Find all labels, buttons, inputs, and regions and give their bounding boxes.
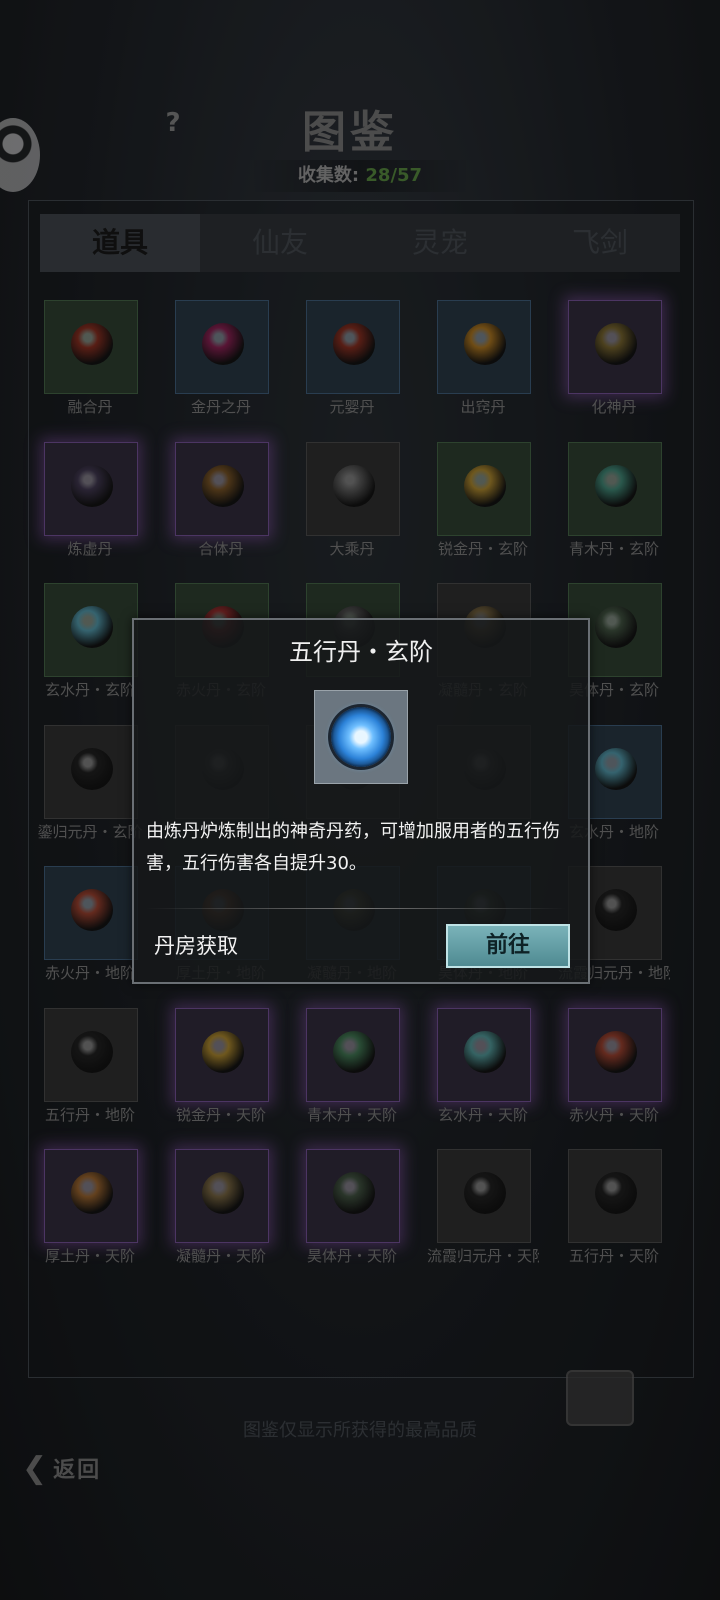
- item-detail-popup: 五行丹・玄阶 由炼丹炉炼制出的神奇丹药，可增加服用者的五行伤害，五行伤害各自提升…: [132, 618, 590, 984]
- popup-description: 由炼丹炉炼制出的神奇丹药，可增加服用者的五行伤害，五行伤害各自提升30。: [146, 821, 560, 874]
- popup-item-frame: [314, 690, 408, 784]
- popup-title: 五行丹・玄阶: [289, 638, 433, 666]
- pill-orb-icon: [331, 707, 391, 767]
- go-button[interactable]: 前往: [446, 924, 570, 968]
- divider: [146, 908, 566, 909]
- popup-source: 丹房获取: [154, 934, 238, 958]
